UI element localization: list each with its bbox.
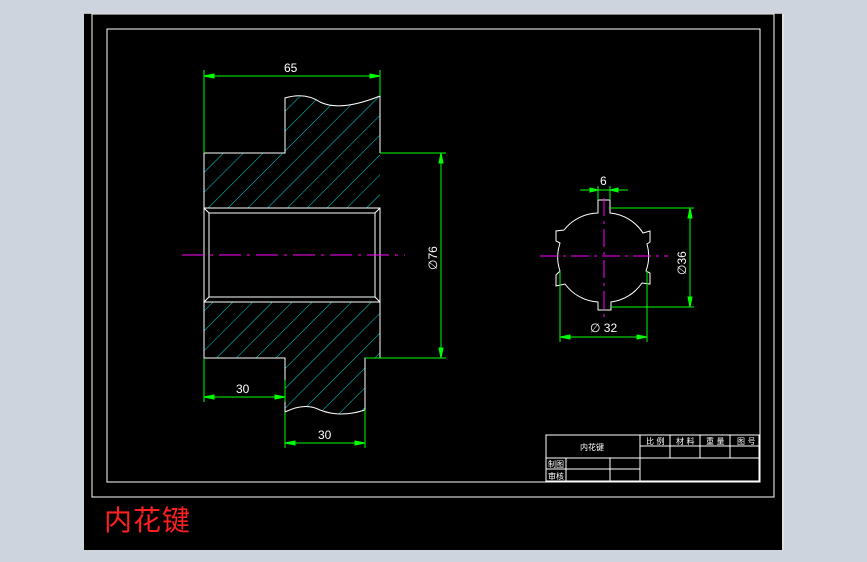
title-block-checked-label: 审核	[548, 471, 564, 481]
dim-minor-diameter-label: ∅ 32	[590, 321, 617, 335]
bore-chamfer	[374, 207, 381, 214]
dim-bore-length-label: 30	[236, 382, 250, 396]
title-block-part-name: 内花键	[580, 442, 604, 452]
title-block-weight-header: 重 量	[706, 436, 725, 446]
section-view: 65 ∅76 30 30	[182, 61, 446, 448]
bore-chamfer	[374, 296, 381, 303]
title-block-material-header: 材 料	[676, 436, 695, 446]
dim-key-width	[580, 186, 628, 200]
part-caption: 内花键	[104, 504, 192, 537]
end-view: 6 ∅36 ∅ 32	[540, 174, 694, 342]
dim-total-length-label: 65	[284, 61, 298, 75]
title-block-scale-header: 比 例	[646, 436, 665, 446]
bore-chamfer	[203, 296, 210, 303]
dim-hub-length-label: 30	[318, 428, 332, 442]
bore-chamfer	[203, 207, 210, 214]
cad-drawing: 65 ∅76 30 30 6 ∅36 ∅ 32 内花键 比 例 材 料 重 量 …	[91, 13, 775, 498]
spline-profile	[555, 199, 651, 311]
dim-major-diameter-label: ∅36	[675, 251, 689, 275]
title-block-drawing-no-header: 图 号	[737, 437, 756, 446]
title-block-drawn-label: 制图	[548, 459, 564, 469]
dim-outer-diameter-label: ∅76	[426, 246, 440, 270]
upper-section-hatch	[204, 95, 380, 208]
dim-key-width-label: 6	[600, 174, 607, 188]
